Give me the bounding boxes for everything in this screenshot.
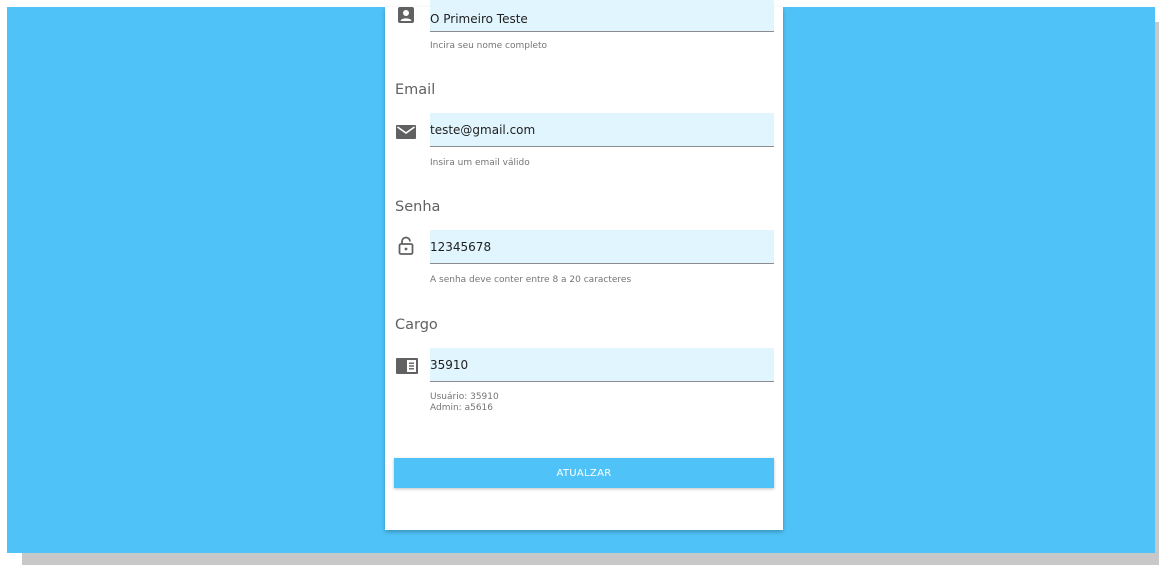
role-field[interactable] [430,348,774,382]
password-field[interactable] [430,230,774,264]
profile-form-card: Incira seu nome completo Email Insira um… [385,0,783,530]
role-input[interactable] [430,348,774,381]
update-button[interactable]: ATUALZAR [394,458,774,488]
role-helper-admin: Admin: a5616 [430,403,493,413]
id-card-icon [396,356,418,376]
email-field[interactable] [430,113,774,147]
password-label: Senha [395,199,441,215]
email-helper: Insira um email válido [430,158,530,168]
name-field[interactable] [430,0,774,32]
name-helper: Incira seu nome completo [430,41,548,51]
password-input[interactable] [430,230,774,263]
lock-icon [396,236,416,256]
email-label: Email [395,82,436,98]
mail-icon [396,122,416,142]
role-helper-user: Usuário: 35910 [430,392,499,402]
email-input[interactable] [430,113,774,146]
person-icon [396,6,416,26]
role-label: Cargo [395,317,438,333]
name-input[interactable] [430,0,774,31]
password-helper: A senha deve conter entre 8 a 20 caracte… [430,275,632,285]
